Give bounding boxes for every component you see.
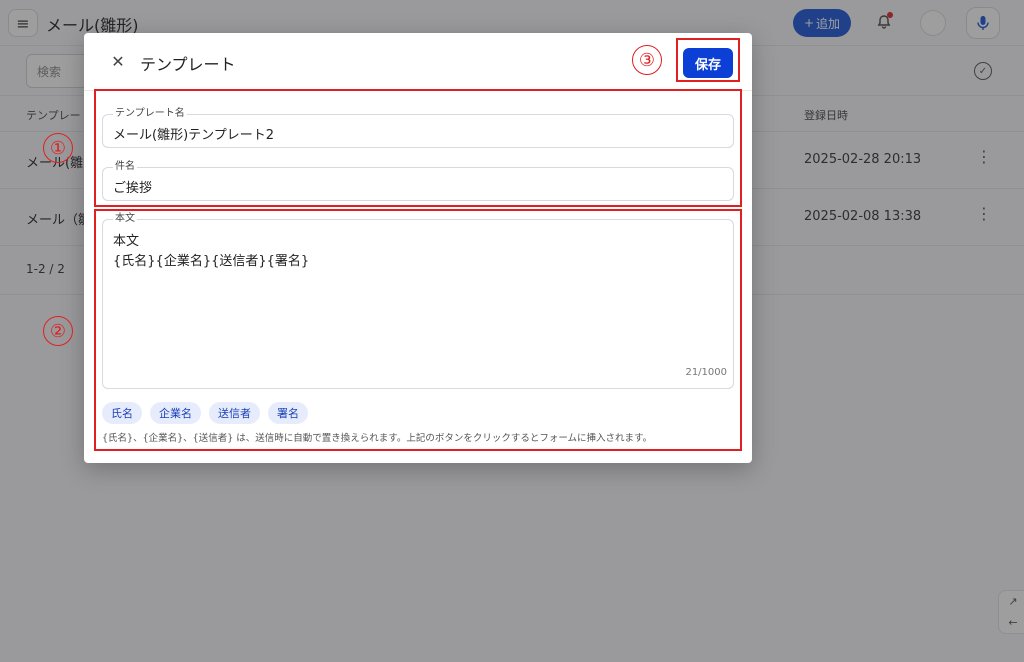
annotation-box-body bbox=[94, 209, 742, 451]
dialog-title: テンプレート bbox=[140, 55, 236, 74]
annotation-number-1: ① bbox=[43, 133, 73, 163]
close-icon[interactable]: ✕ bbox=[108, 51, 128, 71]
annotation-box-fields bbox=[94, 89, 742, 207]
annotation-box-save bbox=[676, 38, 740, 82]
annotation-number-3: ③ bbox=[632, 45, 662, 75]
annotation-number-2: ② bbox=[43, 316, 73, 346]
